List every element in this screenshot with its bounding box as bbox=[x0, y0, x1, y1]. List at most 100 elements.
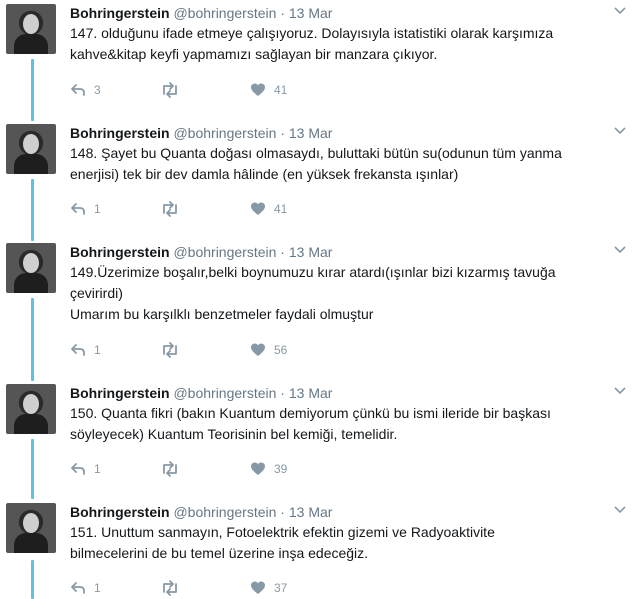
display-name[interactable]: Bohringerstein bbox=[70, 504, 170, 520]
heart-icon bbox=[251, 462, 265, 475]
tweet-header: Bohringerstein @bohringerstein · 13 Mar bbox=[70, 243, 332, 261]
separator-dot: · bbox=[280, 385, 285, 401]
reply-count: 1 bbox=[94, 202, 101, 216]
tweet-text-line: enerjisi) tek bir dev damla hâlinde (en … bbox=[70, 166, 459, 182]
tweet-actions: 1 41 bbox=[70, 201, 370, 217]
tweet-actions: 1 39 bbox=[70, 461, 370, 477]
retweet-button[interactable] bbox=[160, 201, 188, 217]
retweet-icon bbox=[163, 342, 177, 358]
avatar[interactable] bbox=[6, 243, 56, 293]
separator-dot: · bbox=[280, 125, 285, 141]
reply-button[interactable]: 1 bbox=[70, 461, 101, 477]
heart-icon bbox=[251, 83, 265, 96]
like-count: 37 bbox=[274, 581, 288, 595]
display-name[interactable]: Bohringerstein bbox=[70, 385, 170, 401]
like-button[interactable]: 41 bbox=[250, 82, 287, 98]
reply-icon bbox=[71, 582, 85, 594]
like-button[interactable]: 37 bbox=[250, 580, 287, 596]
display-name[interactable]: Bohringerstein bbox=[70, 244, 170, 260]
display-name[interactable]: Bohringerstein bbox=[70, 5, 170, 21]
chevron-down-icon[interactable] bbox=[613, 384, 627, 398]
tweet-text: 148. Şayet bu Quanta doğası olmasaydı, b… bbox=[70, 143, 630, 185]
user-handle[interactable]: @bohringerstein bbox=[173, 125, 276, 141]
user-handle[interactable]: @bohringerstein bbox=[173, 5, 276, 21]
reply-button[interactable]: 1 bbox=[70, 580, 101, 596]
display-name[interactable]: Bohringerstein bbox=[70, 125, 170, 141]
user-handle[interactable]: @bohringerstein bbox=[173, 504, 276, 520]
user-handle[interactable]: @bohringerstein bbox=[173, 244, 276, 260]
retweet-button[interactable] bbox=[160, 342, 188, 358]
tweet-text: 147. olduğunu ifade etmeye çalışıyoruz. … bbox=[70, 23, 630, 65]
avatar[interactable] bbox=[6, 124, 56, 174]
tweet-header: Bohringerstein @bohringerstein · 13 Mar bbox=[70, 4, 332, 22]
like-button[interactable]: 39 bbox=[250, 461, 287, 477]
thread-line bbox=[31, 298, 34, 381]
reply-count: 1 bbox=[94, 462, 101, 476]
like-button[interactable]: 56 bbox=[250, 342, 287, 358]
reply-icon bbox=[71, 84, 85, 96]
retweet-icon bbox=[163, 580, 177, 596]
tweet-actions: 1 37 bbox=[70, 580, 370, 596]
tweet-date[interactable]: 13 Mar bbox=[289, 244, 333, 260]
reply-button[interactable]: 1 bbox=[70, 342, 101, 358]
reply-icon bbox=[71, 463, 85, 475]
tweet-actions: 3 41 bbox=[70, 82, 370, 98]
reply-count: 1 bbox=[94, 581, 101, 595]
heart-icon bbox=[251, 343, 265, 356]
tweet-text-line: kahve&kitap keyfi yapmamızı sağlayan bir… bbox=[70, 46, 438, 62]
reply-count: 1 bbox=[94, 343, 101, 357]
tweet-actions: 1 56 bbox=[70, 342, 370, 358]
tweet-date[interactable]: 13 Mar bbox=[289, 125, 333, 141]
like-count: 39 bbox=[274, 462, 288, 476]
tweet-header: Bohringerstein @bohringerstein · 13 Mar bbox=[70, 503, 332, 521]
avatar[interactable] bbox=[6, 384, 56, 434]
chevron-down-icon[interactable] bbox=[613, 4, 627, 18]
user-handle[interactable]: @bohringerstein bbox=[173, 385, 276, 401]
tweet-date[interactable]: 13 Mar bbox=[289, 385, 333, 401]
retweet-button[interactable] bbox=[160, 461, 188, 477]
reply-icon bbox=[71, 344, 85, 356]
retweet-icon bbox=[163, 461, 177, 477]
avatar[interactable] bbox=[6, 503, 56, 553]
heart-icon bbox=[251, 202, 265, 215]
avatar[interactable] bbox=[6, 4, 56, 54]
retweet-button[interactable] bbox=[160, 82, 188, 98]
retweet-button[interactable] bbox=[160, 580, 188, 596]
like-count: 56 bbox=[274, 343, 288, 357]
separator-dot: · bbox=[280, 244, 285, 260]
tweet-text-line: 150. Quanta fikri (bakın Kuantum demiyor… bbox=[70, 405, 551, 421]
thread-line bbox=[31, 59, 34, 121]
reply-button[interactable]: 1 bbox=[70, 201, 101, 217]
like-button[interactable]: 41 bbox=[250, 201, 287, 217]
tweet-text-line: 149.Üzerimize boşalır,belki boynumuzu kı… bbox=[70, 264, 556, 280]
tweet-text: 151. Unuttum sanmayın, Fotoelektrik efek… bbox=[70, 522, 630, 564]
tweet-date[interactable]: 13 Mar bbox=[289, 504, 333, 520]
tweet-date[interactable]: 13 Mar bbox=[289, 5, 333, 21]
reply-icon bbox=[71, 203, 85, 215]
reply-count: 3 bbox=[94, 83, 101, 97]
tweet-text: 149.Üzerimize boşalır,belki boynumuzu kı… bbox=[70, 262, 630, 325]
reply-button[interactable]: 3 bbox=[70, 82, 101, 98]
tweet-text-line: çevirirdi) bbox=[70, 285, 123, 301]
like-count: 41 bbox=[274, 83, 288, 97]
tweet-header: Bohringerstein @bohringerstein · 13 Mar bbox=[70, 384, 332, 402]
tweet-text-line: 151. Unuttum sanmayın, Fotoelektrik efek… bbox=[70, 524, 495, 540]
like-count: 41 bbox=[274, 202, 288, 216]
chevron-down-icon[interactable] bbox=[613, 124, 627, 138]
retweet-icon bbox=[163, 201, 177, 217]
separator-dot: · bbox=[280, 5, 285, 21]
tweet-header: Bohringerstein @bohringerstein · 13 Mar bbox=[70, 124, 332, 142]
thread-line bbox=[31, 560, 34, 599]
chevron-down-icon[interactable] bbox=[613, 243, 627, 257]
thread-line bbox=[31, 179, 34, 241]
tweet-text-line: 148. Şayet bu Quanta doğası olmasaydı, b… bbox=[70, 145, 562, 161]
separator-dot: · bbox=[280, 504, 285, 520]
tweet-text-line: 147. olduğunu ifade etmeye çalışıyoruz. … bbox=[70, 25, 554, 41]
chevron-down-icon[interactable] bbox=[613, 503, 627, 517]
retweet-icon bbox=[163, 82, 177, 98]
tweet-text: 150. Quanta fikri (bakın Kuantum demiyor… bbox=[70, 403, 630, 445]
tweet-text-line: bilmecelerini de bu temel üzerine inşa e… bbox=[70, 545, 369, 561]
tweet-text-line: söyleyecek) Kuantum Teorisinin bel kemiğ… bbox=[70, 426, 398, 442]
heart-icon bbox=[251, 581, 265, 594]
tweet-text-line: Umarım bu karşılklı benzetmeler faydali … bbox=[70, 306, 374, 322]
